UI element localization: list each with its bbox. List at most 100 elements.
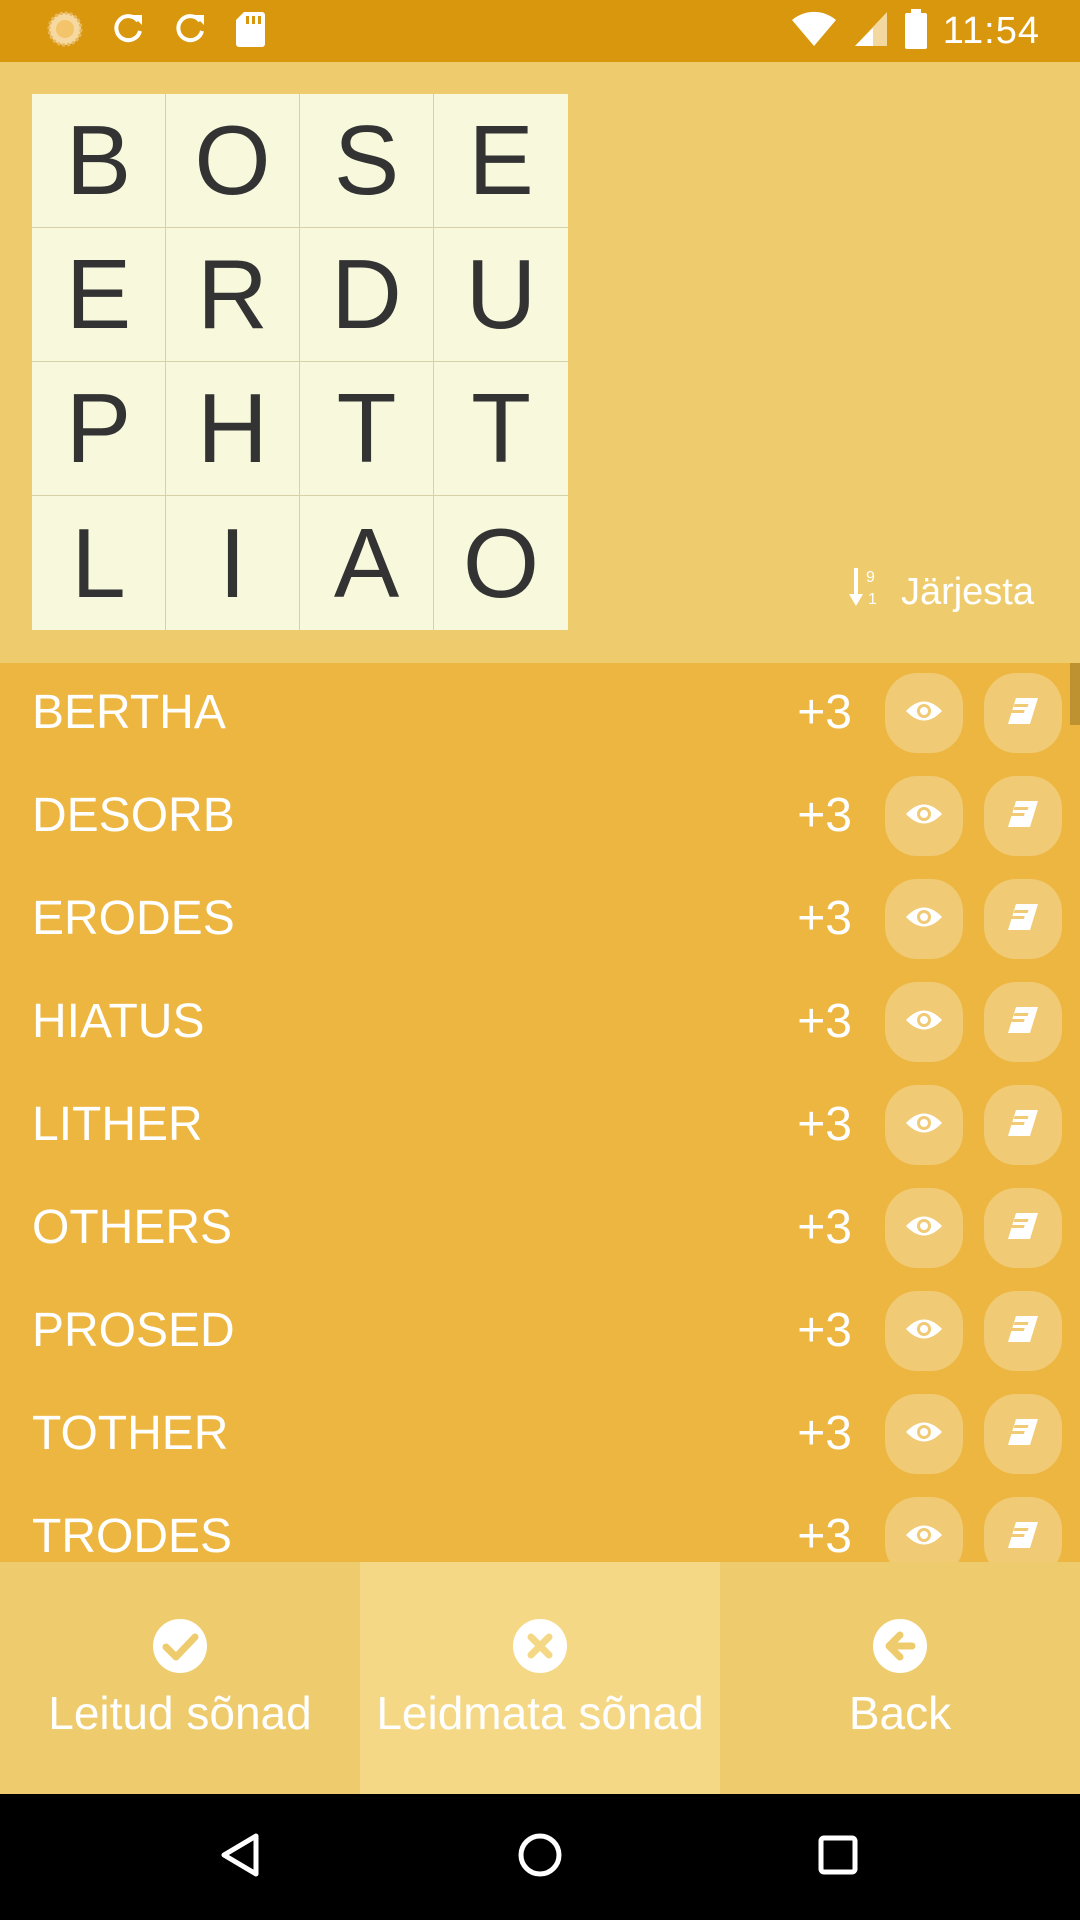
dictionary-button[interactable] — [984, 879, 1062, 959]
home-circle-icon — [517, 1832, 563, 1883]
word-points: +3 — [797, 789, 852, 842]
board-panel: B O S E E R D U P H T T L I A O 9 1 Järj… — [0, 62, 1080, 663]
status-bar: 11:54 — [0, 0, 1080, 62]
back-arrow-circle-icon — [872, 1618, 928, 1674]
eye-icon — [904, 1419, 944, 1450]
grid-cell[interactable]: I — [166, 496, 300, 630]
status-bar-notifications — [46, 11, 266, 52]
eye-icon — [904, 698, 944, 729]
grid-cell[interactable]: S — [300, 94, 434, 228]
back-triangle-icon — [218, 1832, 262, 1883]
clock: 11:54 — [942, 9, 1040, 52]
word-label: BERTHA — [32, 686, 226, 739]
word-label: PROSED — [32, 1304, 235, 1357]
eye-icon — [904, 801, 944, 832]
view-word-button[interactable] — [885, 673, 963, 753]
book-icon — [1006, 1314, 1040, 1349]
grid-cell[interactable]: T — [434, 362, 568, 496]
word-points: +3 — [797, 1304, 852, 1357]
dictionary-button[interactable] — [984, 1394, 1062, 1474]
tab-found-words[interactable]: Leitud sõnad — [0, 1562, 360, 1794]
eye-icon — [904, 1213, 944, 1244]
signal-icon — [853, 10, 889, 53]
wifi-icon — [791, 10, 837, 53]
tab-label: Leitud sõnad — [48, 1687, 312, 1739]
dictionary-button[interactable] — [984, 982, 1062, 1062]
book-icon — [1006, 1108, 1040, 1143]
list-item: HIATUS +3 — [0, 972, 1080, 1075]
grid-cell[interactable]: E — [32, 228, 166, 362]
list-item: BERTHA +3 — [0, 663, 1080, 766]
refresh-icon — [172, 11, 208, 52]
view-word-button[interactable] — [885, 982, 963, 1062]
grid-cell[interactable]: H — [166, 362, 300, 496]
grid-cell[interactable]: P — [32, 362, 166, 496]
nav-back-button[interactable] — [210, 1827, 270, 1887]
word-label: LITHER — [32, 1098, 203, 1151]
sort-button[interactable]: 9 1 Järjesta — [848, 562, 1034, 622]
nav-home-button[interactable] — [510, 1827, 570, 1887]
word-points: +3 — [797, 1510, 852, 1562]
grid-cell[interactable]: O — [434, 496, 568, 630]
view-word-button[interactable] — [885, 776, 963, 856]
book-icon — [1006, 696, 1040, 731]
dictionary-button[interactable] — [984, 1291, 1062, 1371]
book-icon — [1006, 1417, 1040, 1452]
letter-grid: B O S E E R D U P H T T L I A O — [32, 94, 568, 630]
eye-icon — [904, 1007, 944, 1038]
grid-cell[interactable]: A — [300, 496, 434, 630]
grid-cell[interactable]: D — [300, 228, 434, 362]
refresh-icon — [110, 11, 146, 52]
grid-cell[interactable]: O — [166, 94, 300, 228]
list-item: TRODES +3 — [0, 1487, 1080, 1562]
eye-icon — [904, 904, 944, 935]
list-item: ERODES +3 — [0, 869, 1080, 972]
grid-cell[interactable]: B — [32, 94, 166, 228]
word-points: +3 — [797, 1407, 852, 1460]
list-item: TOTHER +3 — [0, 1384, 1080, 1487]
word-points: +3 — [797, 1098, 852, 1151]
grid-cell[interactable]: T — [300, 362, 434, 496]
word-label: HIATUS — [32, 995, 205, 1048]
word-label: DESORB — [32, 789, 235, 842]
book-icon — [1006, 1005, 1040, 1040]
word-list[interactable]: BERTHA +3 DESORB +3 ERODES +3 HIATUS +3 … — [0, 663, 1080, 1562]
grid-cell[interactable]: U — [434, 228, 568, 362]
book-icon — [1006, 1520, 1040, 1555]
nav-recents-button[interactable] — [808, 1827, 868, 1887]
view-word-button[interactable] — [885, 1188, 963, 1268]
sort-numeric-icon: 9 1 — [848, 566, 883, 618]
dictionary-button[interactable] — [984, 776, 1062, 856]
grid-cell[interactable]: E — [434, 94, 568, 228]
view-word-button[interactable] — [885, 879, 963, 959]
dictionary-button[interactable] — [984, 1188, 1062, 1268]
view-word-button[interactable] — [885, 1085, 963, 1165]
dictionary-button[interactable] — [984, 673, 1062, 753]
dictionary-button[interactable] — [984, 1497, 1062, 1562]
dictionary-button[interactable] — [984, 1085, 1062, 1165]
word-points: +3 — [797, 686, 852, 739]
recents-square-icon — [817, 1834, 859, 1881]
svg-text:1: 1 — [868, 591, 877, 608]
x-circle-icon — [512, 1618, 568, 1674]
bottom-tab-bar: Leitud sõnad Leidmata sõnad Back — [0, 1562, 1080, 1794]
book-icon — [1006, 799, 1040, 834]
view-word-button[interactable] — [885, 1497, 963, 1562]
status-bar-system: 11:54 — [791, 8, 1040, 54]
tab-missing-words[interactable]: Leidmata sõnad — [360, 1562, 720, 1794]
tab-back[interactable]: Back — [720, 1562, 1080, 1794]
grid-cell[interactable]: L — [32, 496, 166, 630]
list-item: OTHERS +3 — [0, 1178, 1080, 1281]
word-points: +3 — [797, 1201, 852, 1254]
battery-icon — [904, 8, 927, 54]
eye-icon — [904, 1522, 944, 1553]
book-icon — [1006, 1211, 1040, 1246]
view-word-button[interactable] — [885, 1394, 963, 1474]
list-item: LITHER +3 — [0, 1075, 1080, 1178]
tab-label: Leidmata sõnad — [376, 1687, 704, 1739]
grid-cell[interactable]: R — [166, 228, 300, 362]
word-label: OTHERS — [32, 1201, 233, 1254]
view-word-button[interactable] — [885, 1291, 963, 1371]
word-points: +3 — [797, 892, 852, 945]
book-icon — [1006, 902, 1040, 937]
